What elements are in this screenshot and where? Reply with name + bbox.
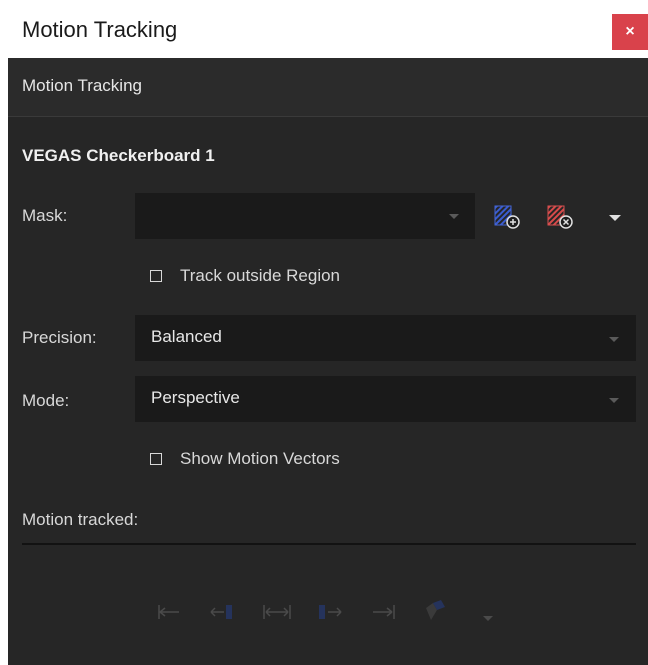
panel-header: Motion Tracking	[8, 58, 648, 117]
motion-tracked-label: Motion tracked:	[22, 510, 139, 529]
precision-dropdown[interactable]: Balanced	[135, 315, 636, 361]
tracking-options-button[interactable]	[422, 598, 448, 629]
track-outside-region-checkbox[interactable]: Track outside Region	[150, 266, 340, 286]
title-bar: Motion Tracking ×	[0, 0, 648, 58]
mask-label: Mask:	[22, 206, 68, 225]
track-to-start-button[interactable]	[156, 602, 182, 627]
show-motion-vectors-label: Show Motion Vectors	[180, 449, 340, 468]
add-mask-icon	[494, 205, 520, 229]
track-forward-icon	[319, 605, 342, 619]
chevron-down-icon	[609, 215, 621, 221]
chevron-down-icon	[449, 214, 459, 219]
track-outside-region-label: Track outside Region	[180, 266, 341, 285]
panel-header-title: Motion Tracking	[22, 76, 142, 95]
mask-menu-button[interactable]	[608, 210, 622, 228]
remove-mask-button[interactable]	[546, 203, 576, 236]
track-backward-icon	[210, 605, 232, 619]
track-forward-button[interactable]	[318, 602, 344, 627]
chevron-down-icon	[609, 398, 619, 403]
add-mask-button[interactable]	[493, 203, 523, 236]
show-motion-vectors-checkbox[interactable]: Show Motion Vectors	[150, 449, 340, 469]
track-to-start-icon	[158, 605, 179, 619]
mask-dropdown[interactable]	[135, 193, 475, 239]
effect-name: VEGAS Checkerboard 1	[22, 146, 215, 165]
mode-dropdown[interactable]: Perspective	[135, 376, 636, 422]
precision-value: Balanced	[151, 327, 222, 346]
track-both-directions-icon	[263, 605, 291, 619]
tracking-options-icon	[426, 600, 445, 620]
track-both-directions-button[interactable]	[262, 602, 292, 627]
track-backward-button[interactable]	[209, 602, 235, 627]
motion-tracking-window: Motion Tracking × Motion Tracking VEGAS …	[0, 0, 648, 665]
window-title: Motion Tracking	[22, 17, 178, 42]
motion-tracked-bar	[22, 543, 636, 545]
mode-value: Perspective	[151, 388, 240, 407]
chevron-down-icon	[483, 616, 493, 621]
close-button[interactable]: ×	[612, 14, 648, 50]
tracking-options-menu-button[interactable]	[482, 610, 494, 628]
remove-mask-icon	[547, 205, 573, 229]
checkbox-box[interactable]	[150, 270, 162, 282]
track-to-end-button[interactable]	[371, 602, 397, 627]
track-to-end-icon	[373, 605, 395, 619]
chevron-down-icon	[609, 337, 619, 342]
checkbox-box[interactable]	[150, 453, 162, 465]
precision-label: Precision:	[22, 328, 97, 347]
motion-tracking-panel: Motion Tracking VEGAS Checkerboard 1 Mas…	[8, 58, 648, 665]
mode-label: Mode:	[22, 391, 70, 410]
